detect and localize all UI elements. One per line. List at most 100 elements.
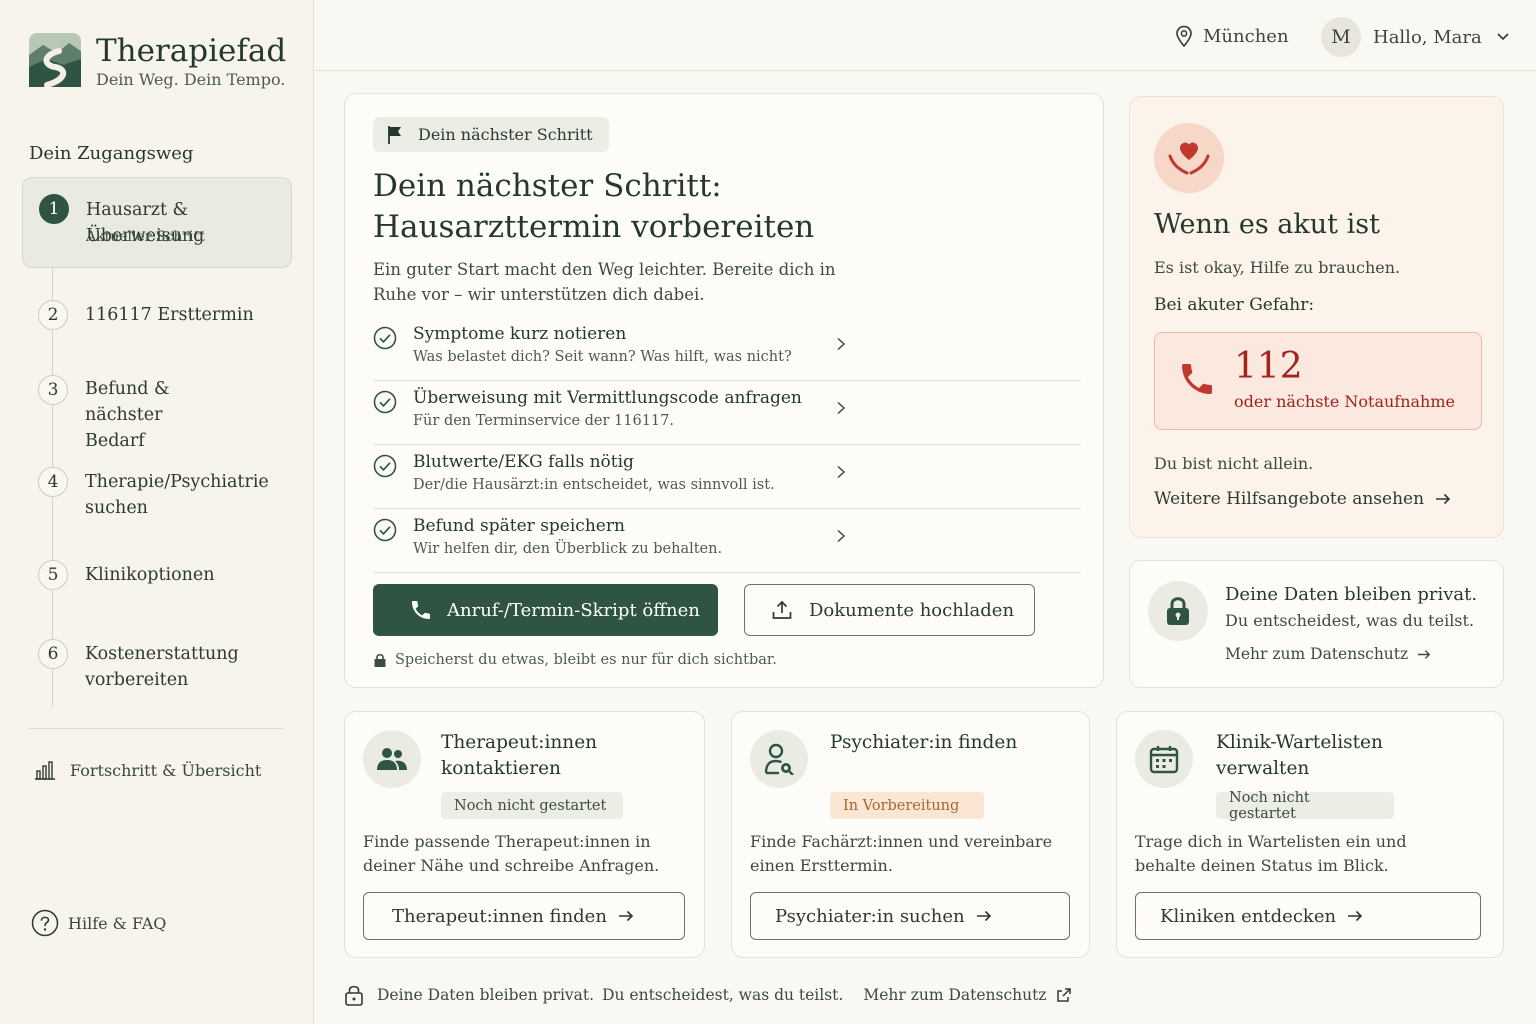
brand-tagline: Dein Weg. Dein Tempo. — [96, 70, 286, 89]
sidebar: Therapiefad Dein Weg. Dein Tempo. Dein Z… — [0, 0, 314, 1024]
more-help-label: Weitere Hilfsangebote ansehen — [1154, 489, 1425, 509]
progress-link-label: Fortschritt & Übersicht — [70, 760, 262, 780]
checklist-title: Symptome kurz notieren — [413, 324, 627, 344]
emergency-reassurance: Du bist nicht allein. — [1154, 454, 1314, 473]
privacy-link[interactable]: Mehr zum Datenschutz — [1225, 645, 1431, 663]
chevron-right-icon — [837, 337, 846, 351]
service-description: Finde passende Therapeut:innen in deiner… — [363, 832, 660, 875]
lock-icon — [345, 985, 363, 1006]
checklist-title: Überweisung mit Vermittlungscode anfrage… — [413, 388, 802, 408]
discover-clinics-button[interactable]: Kliniken entdecken — [1135, 892, 1481, 940]
step-label: Therapie/Psychiatrie suchen — [85, 472, 269, 518]
phone-icon — [412, 601, 430, 619]
checklist-item[interactable]: Blutwerte/EKG falls nötig Der/die Hausär… — [373, 445, 1081, 509]
step-item-4[interactable]: 4 Therapie/Psychiatrie suchen — [22, 467, 292, 523]
help-link[interactable]: Hilfe & FAQ — [31, 909, 166, 937]
lock-icon — [1148, 581, 1208, 641]
upload-documents-label: Dokumente hochladen — [809, 599, 1015, 621]
footer-privacy-text: Deine Daten bleiben privat. — [377, 986, 595, 1004]
footer-choice-text: Du entscheidest, was du teilst. — [602, 986, 844, 1004]
sidebar-divider — [29, 728, 283, 729]
location-pin-icon — [1176, 25, 1192, 47]
logo[interactable]: Therapiefad Dein Weg. Dein Tempo. — [29, 33, 286, 89]
bar-chart-icon — [35, 761, 55, 780]
path-logo-icon — [29, 33, 81, 87]
checklist-item[interactable]: Befund später speichern Wir helfen dir, … — [373, 509, 1081, 573]
open-script-button[interactable]: Anruf-/Termin-Skript öffnen — [373, 584, 718, 636]
step-label: Kostenerstattung vorbereiten — [85, 644, 239, 690]
next-step-pill-label: Dein nächster Schritt — [418, 125, 593, 144]
brand-name: Therapiefad — [96, 33, 287, 69]
lock-icon — [374, 653, 386, 667]
arrow-right-icon — [1436, 493, 1451, 505]
page-title: Dein nächster Schritt: Hausarzttermin vo… — [373, 168, 815, 245]
step-label: Befund & nächster Bedarf — [85, 379, 170, 451]
flag-icon — [388, 125, 401, 144]
privacy-note-text: Speicherst du etwas, bleibt es nur für d… — [395, 652, 777, 668]
emergency-phone-icon — [1182, 364, 1212, 394]
step-item-5[interactable]: 5 Klinikoptionen — [22, 560, 292, 600]
topbar: München M Hallo, Mara — [315, 0, 1536, 71]
page-description: Ein guter Start macht den Weg leichter. … — [373, 260, 836, 304]
chevron-right-icon — [837, 529, 846, 543]
find-therapist-label: Therapeut:innen finden — [392, 905, 607, 927]
step-status: Aktueller Schritt — [86, 229, 205, 245]
privacy-card: Deine Daten bleiben privat. Du entscheid… — [1129, 560, 1504, 688]
find-psychiatrist-label: Psychiater:in suchen — [775, 905, 965, 927]
user-menu[interactable]: M Hallo, Mara — [1321, 17, 1510, 57]
user-greeting: Hallo, Mara — [1373, 26, 1482, 48]
upload-documents-button[interactable]: Dokumente hochladen — [744, 584, 1035, 636]
status-badge: Noch nicht gestartet — [441, 792, 623, 819]
step-item-1[interactable]: 1 Hausarzt & Überweisung Aktueller Schri… — [22, 177, 292, 268]
service-description: Finde Fachärzt:innen und vereinbare eine… — [750, 832, 1053, 875]
status-badge: In Vorbereitung — [830, 792, 984, 819]
checklist-item[interactable]: Symptome kurz notieren Was belastet dich… — [373, 317, 1081, 381]
doctor-search-icon — [750, 730, 808, 788]
emergency-number-box[interactable]: 112 oder nächste Notaufnahme — [1154, 332, 1482, 430]
people-icon — [363, 730, 421, 788]
emergency-card: Wenn es akut ist Es ist okay, Hilfe zu b… — [1129, 96, 1504, 538]
footer-privacy-link-label: Mehr zum Datenschutz — [863, 986, 1047, 1004]
location-selector[interactable]: München — [1175, 25, 1289, 47]
open-script-label: Anruf-/Termin-Skript öffnen — [447, 599, 700, 621]
step-item-2[interactable]: 2 116117 Ersttermin — [22, 298, 292, 338]
upload-icon — [772, 600, 792, 619]
find-therapist-button[interactable]: Therapeut:innen finden — [363, 892, 685, 940]
step-item-6[interactable]: 6 Kostenerstattung vorbereiten — [22, 638, 292, 694]
privacy-link-label: Mehr zum Datenschutz — [1225, 645, 1409, 663]
checklist-subtitle: Wir helfen dir, den Überblick zu behalte… — [413, 541, 723, 557]
location-label: München — [1203, 25, 1289, 47]
privacy-note: Speicherst du etwas, bleibt es nur für d… — [373, 652, 777, 668]
emergency-text: Es ist okay, Hilfe zu brauchen. — [1154, 258, 1401, 277]
check-circle-icon — [373, 454, 397, 478]
arrow-right-icon — [976, 910, 991, 922]
help-icon — [31, 909, 59, 937]
therapist-card: Therapeut:innen kontaktieren Noch nicht … — [344, 711, 705, 958]
help-link-label: Hilfe & FAQ — [68, 913, 167, 933]
chevron-right-icon — [837, 401, 846, 415]
check-circle-icon — [373, 518, 397, 542]
chevron-right-icon — [837, 465, 846, 479]
find-psychiatrist-button[interactable]: Psychiater:in suchen — [750, 892, 1070, 940]
checklist-item[interactable]: Überweisung mit Vermittlungscode anfrage… — [373, 381, 1081, 445]
step-item-3[interactable]: 3 Befund & nächster Bedarf — [22, 374, 292, 451]
checklist-title: Befund später speichern — [413, 516, 625, 536]
step-label: 116117 Ersttermin — [85, 305, 254, 325]
footer-privacy-link[interactable]: Mehr zum Datenschutz — [863, 986, 1071, 1004]
next-step-pill: Dein nächster Schritt — [373, 117, 609, 152]
step-connector — [52, 207, 53, 707]
check-circle-icon — [373, 390, 397, 414]
arrow-right-icon — [1418, 649, 1431, 659]
checklist-subtitle: Für den Terminservice der 116117. — [413, 413, 674, 429]
progress-link[interactable]: Fortschritt & Übersicht — [34, 760, 261, 780]
step-label: Klinikoptionen — [85, 565, 215, 585]
step-number: 1 — [39, 194, 69, 224]
status-badge: Noch nicht gestartet — [1216, 790, 1394, 822]
next-step-card: Dein nächster Schritt Dein nächster Schr… — [344, 93, 1104, 688]
more-help-link[interactable]: Weitere Hilfsangebote ansehen — [1154, 489, 1451, 509]
step-number: 6 — [38, 639, 68, 669]
checklist-title: Blutwerte/EKG falls nötig — [413, 452, 634, 472]
footer: Deine Daten bleiben privat. Du entscheid… — [344, 984, 1072, 1006]
clinic-waitlist-card: Klinik-Wartelisten verwalten Noch nicht … — [1116, 711, 1504, 958]
avatar: M — [1321, 17, 1361, 57]
